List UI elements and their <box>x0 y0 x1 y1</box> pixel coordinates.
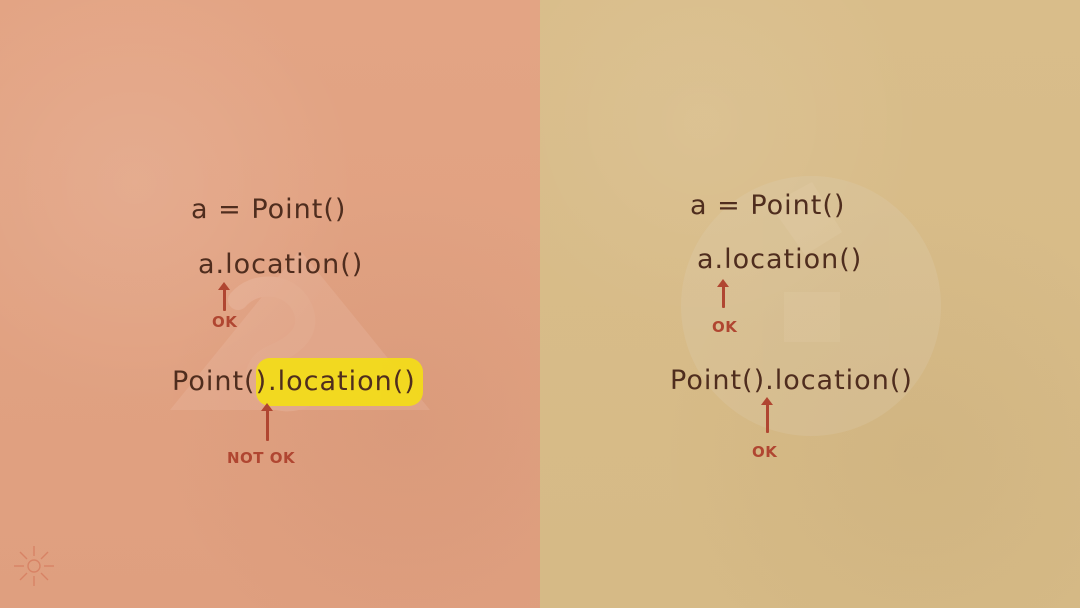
left-not-ok-arrow <box>261 403 273 441</box>
right-watermark-logo <box>681 176 941 436</box>
left-code-line-1: a = Point() <box>191 194 347 225</box>
right-ok-arrow-2 <box>761 397 773 433</box>
sun-doodle-icon <box>14 546 54 586</box>
left-not-ok-label: NOT OK <box>227 449 296 467</box>
right-code-line-3: Point().location() <box>670 365 913 396</box>
right-panel: a = Point() a.location() OK Point().loca… <box>540 0 1080 608</box>
right-code-line-2: a.location() <box>697 244 863 275</box>
left-ok-label: OK <box>212 313 238 331</box>
left-code-line-3-highlight: .location() <box>268 366 416 397</box>
right-ok-label-1: OK <box>712 318 738 336</box>
left-code-line-2: a.location() <box>198 249 364 280</box>
left-panel: a = Point() a.location() OK Point() .loc… <box>0 0 540 608</box>
left-ok-arrow <box>218 282 230 311</box>
right-ok-label-2: OK <box>752 443 778 461</box>
left-watermark-logo <box>170 250 430 412</box>
right-ok-arrow-1 <box>717 279 729 308</box>
left-code-line-3-prefix: Point() <box>172 366 268 397</box>
right-code-line-1: a = Point() <box>690 190 846 221</box>
